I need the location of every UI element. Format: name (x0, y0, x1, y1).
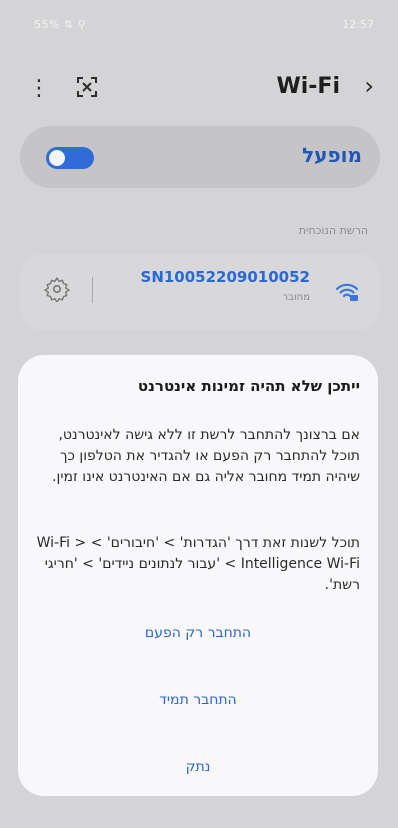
disconnect-button[interactable]: נתק (18, 759, 378, 775)
network-ssid: SN10052209010052 (140, 268, 310, 286)
dialog-body-paragraph-1: אם ברצונך להתחבר לרשת זו ללא גישה לאינטר… (52, 427, 360, 485)
dialog-title: ייתכן שלא תהיה זמינות אינטרנט (137, 377, 360, 395)
app-bar: ⋮ Wi-Fi › (0, 66, 398, 118)
wifi-toggle[interactable] (46, 147, 94, 169)
no-internet-dialog: ייתכן שלא תהיה זמינות אינטרנט אם ברצונך … (18, 355, 378, 796)
page-title: Wi-Fi (276, 74, 340, 99)
always-connect-button[interactable]: התחבר תמיד (18, 692, 378, 708)
network-connection-status: מחובר (282, 292, 310, 303)
toggle-knob (47, 148, 67, 168)
wifi-status-label: מופעל (302, 143, 362, 167)
more-options-icon[interactable]: ⋮ (28, 76, 50, 101)
status-time: 12:57 (342, 18, 374, 31)
qr-scan-icon[interactable] (76, 76, 98, 98)
network-settings-gear-icon[interactable] (43, 276, 71, 304)
back-chevron-icon[interactable]: › (364, 72, 374, 100)
wifi-signal-icon (334, 278, 360, 304)
dialog-body-paragraph-2: תוכל לשנות זאת דרך 'הגדרות' > 'חיבורים' … (36, 535, 360, 593)
status-bar: 55% ⇅ ⚲ 12:57 (0, 0, 398, 40)
wifi-master-switch-row[interactable]: מופעל (20, 126, 380, 188)
screen: 55% ⇅ ⚲ 12:57 ⋮ Wi-Fi › מופעל הרשת הנוכח… (0, 0, 398, 828)
status-indicators: 55% ⇅ ⚲ (34, 18, 87, 31)
current-network-section-title: הרשת הנוכחית (298, 224, 368, 237)
divider (92, 277, 93, 303)
current-network-card[interactable]: SN10052209010052 מחובר (20, 254, 380, 330)
connect-once-button[interactable]: התחבר רק הפעם (18, 625, 378, 641)
